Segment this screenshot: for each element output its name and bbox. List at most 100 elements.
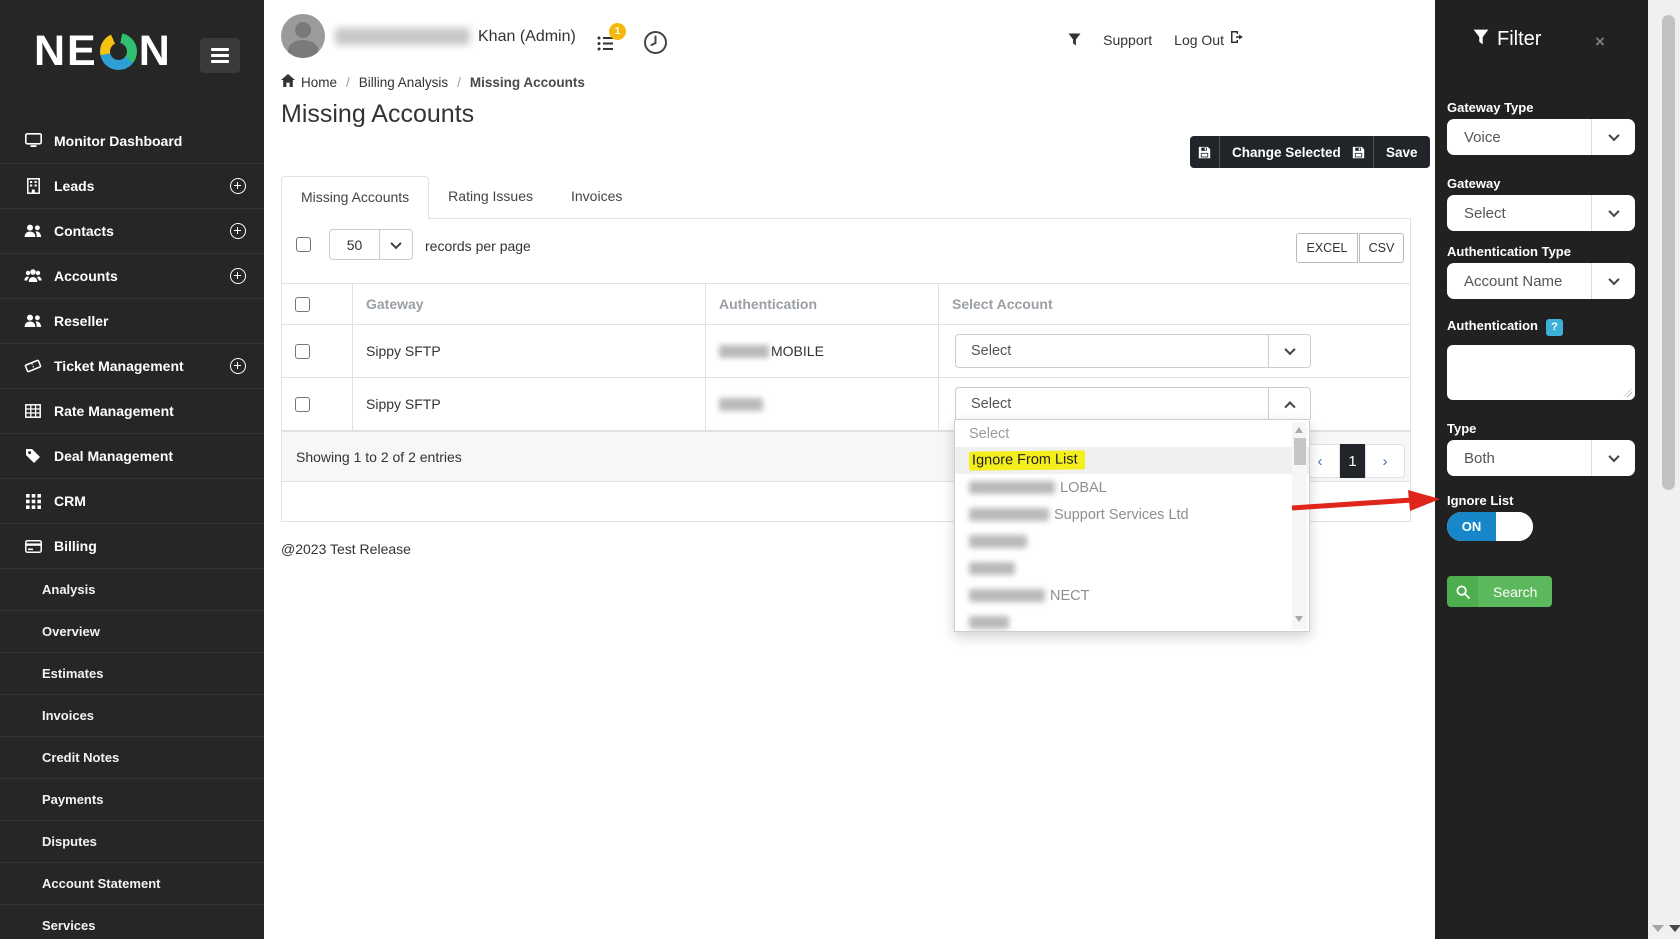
showing-entries-info: Showing 1 to 2 of 2 entries [296, 449, 462, 465]
sidebar-subitem-overview[interactable]: Overview [0, 610, 264, 652]
tab-rating-issues[interactable]: Rating Issues [429, 176, 552, 219]
sidebar-item-contacts[interactable]: Contacts [0, 208, 264, 253]
dropdown-option-redacted[interactable]: LOBAL [955, 474, 1309, 501]
col-header-select-account[interactable]: Select Account [939, 284, 1410, 324]
expand-plus-icon[interactable] [230, 358, 246, 374]
sidebar-subitem-invoices[interactable]: Invoices [0, 694, 264, 736]
sidebar-subitem-account-statement[interactable]: Account Statement [0, 862, 264, 904]
authentication-type-select[interactable]: Account Name [1447, 263, 1635, 299]
logout-link[interactable]: Log Out [1174, 30, 1245, 49]
ignore-list-toggle[interactable]: ON [1447, 512, 1533, 541]
ignore-list-label: Ignore List [1447, 493, 1513, 508]
gateway-type-select[interactable]: Voice [1447, 119, 1635, 155]
sidebar-item-accounts[interactable]: Accounts [0, 253, 264, 298]
col-header-authentication[interactable]: Authentication [706, 284, 939, 324]
user-name: Khan (Admin) [478, 28, 576, 46]
expand-plus-icon[interactable] [230, 268, 246, 284]
gateway-label: Gateway [1447, 176, 1500, 191]
close-icon[interactable]: × [1595, 32, 1605, 52]
sidebar-item-ticket-management[interactable]: Ticket Management [0, 343, 264, 388]
dropdown-scrollbar[interactable] [1292, 422, 1307, 629]
help-badge[interactable]: ? [1546, 319, 1563, 336]
scrollbar-thumb[interactable] [1294, 438, 1306, 465]
pagination-page-1[interactable]: 1 [1340, 444, 1365, 478]
row-checkbox[interactable] [295, 344, 310, 359]
scrollbar-thumb[interactable] [1662, 15, 1675, 490]
toggle-knob [1496, 512, 1533, 541]
save-label: Save [1374, 145, 1430, 160]
sidebar-subitem-payments[interactable]: Payments [0, 778, 264, 820]
sidebar-subitem-label: Disputes [42, 834, 97, 849]
tab-missing-accounts[interactable]: Missing Accounts [281, 176, 429, 220]
sidebar-item-reseller[interactable]: Reseller [0, 298, 264, 343]
scroll-corner-arrow-icon[interactable] [1652, 925, 1664, 932]
sidebar-toggle-button[interactable] [200, 38, 240, 73]
change-selected-button[interactable]: Change Selected [1190, 136, 1353, 168]
page-scrollbar[interactable] [1648, 0, 1680, 939]
redacted-text [969, 616, 1009, 629]
sidebar-item-billing[interactable]: Billing [0, 523, 264, 568]
table-grid-icon [24, 402, 42, 420]
tab-invoices[interactable]: Invoices [552, 176, 641, 219]
select-all-checkbox[interactable] [295, 297, 310, 312]
reseller-icon [24, 312, 42, 330]
home-icon [281, 74, 295, 90]
sidebar-item-crm[interactable]: CRM [0, 478, 264, 523]
filter-panel-header: Filter × [1435, 0, 1648, 66]
scroll-down-arrow-icon[interactable] [1295, 616, 1303, 622]
sidebar-subitem-credit-notes[interactable]: Credit Notes [0, 736, 264, 778]
contacts-icon [24, 222, 42, 240]
history-clock-icon[interactable] [643, 30, 668, 55]
row-checkbox[interactable] [295, 397, 310, 412]
sidebar-subitem-analysis[interactable]: Analysis [0, 568, 264, 610]
gateway-select[interactable]: Select [1447, 195, 1635, 231]
sidebar-item-label: Accounts [54, 268, 118, 284]
dropdown-option-redacted[interactable] [955, 555, 1309, 582]
scroll-up-arrow-icon[interactable] [1295, 427, 1303, 433]
authentication-textarea[interactable] [1447, 345, 1635, 400]
breadcrumb-billing-analysis[interactable]: Billing Analysis [359, 75, 448, 90]
type-select[interactable]: Both [1447, 440, 1635, 476]
sidebar-subitem-estimates[interactable]: Estimates [0, 652, 264, 694]
scroll-corner-arrow-icon[interactable] [1669, 925, 1680, 932]
col-header-gateway[interactable]: Gateway [353, 284, 706, 324]
sidebar-subitem-disputes[interactable]: Disputes [0, 820, 264, 862]
redacted-text [969, 562, 1015, 575]
excel-export-button[interactable]: EXCEL [1296, 233, 1358, 263]
logo-text-ne: NE [34, 30, 98, 73]
sidebar-item-rate-management[interactable]: Rate Management [0, 388, 264, 433]
dropdown-option-select[interactable]: Select [955, 420, 1309, 447]
support-link[interactable]: Support [1103, 32, 1152, 48]
breadcrumb-home[interactable]: Home [301, 75, 337, 90]
chevron-down-icon [1591, 119, 1635, 155]
dropdown-option-ignore-from-list[interactable]: Ignore From List [955, 447, 1309, 474]
select-all-checkbox-top[interactable] [296, 237, 311, 252]
filter-title-text: Filter [1497, 28, 1541, 51]
dropdown-option-redacted[interactable] [955, 528, 1309, 555]
save-button[interactable]: Save [1344, 136, 1430, 168]
header-right-cluster: Support Log Out [1068, 30, 1245, 49]
account-select-dropdown: Select Ignore From List LOBAL Support Se… [954, 419, 1310, 632]
sidebar-item-monitor-dashboard[interactable]: Monitor Dashboard [0, 118, 264, 163]
dropdown-option-redacted[interactable]: NECT [955, 582, 1309, 609]
tab-bar: Missing Accounts Rating Issues Invoices [281, 176, 1411, 219]
account-select-row2-open[interactable]: Select [955, 387, 1311, 421]
avatar[interactable] [281, 14, 325, 58]
account-select-row1[interactable]: Select [955, 334, 1311, 368]
page-size-select[interactable]: 50 [329, 229, 413, 260]
auth-suffix: MOBILE [771, 343, 824, 359]
search-icon [1447, 576, 1478, 607]
sidebar-subitem-services[interactable]: Services [0, 904, 264, 939]
filter-funnel-icon[interactable] [1068, 33, 1081, 46]
expand-plus-icon[interactable] [230, 178, 246, 194]
option-suffix: LOBAL [1060, 480, 1107, 496]
dropdown-option-redacted[interactable] [955, 609, 1309, 632]
sidebar-item-deal-management[interactable]: Deal Management [0, 433, 264, 478]
save-disk-icon [1344, 136, 1374, 168]
dropdown-option-redacted[interactable]: Support Services Ltd [955, 501, 1309, 528]
pagination-next-button[interactable]: › [1365, 444, 1405, 478]
csv-export-button[interactable]: CSV [1359, 233, 1404, 263]
search-button[interactable]: Search [1447, 576, 1552, 607]
expand-plus-icon[interactable] [230, 223, 246, 239]
sidebar-item-leads[interactable]: Leads [0, 163, 264, 208]
